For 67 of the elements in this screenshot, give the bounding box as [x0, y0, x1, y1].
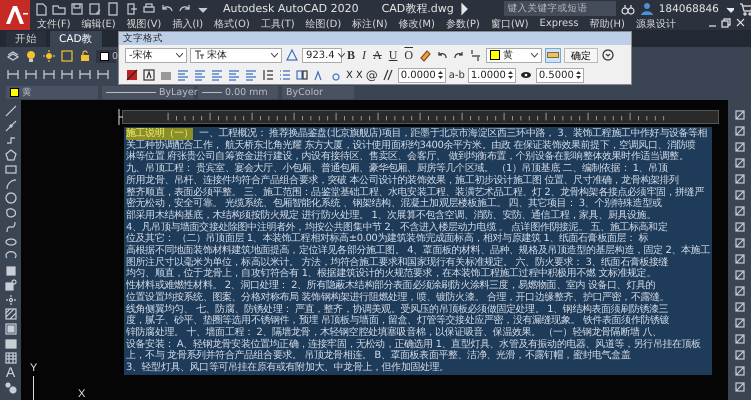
text-line: 图所注尺寸以毫米为单位，标高以米计。 方法，均符合施工要求和国家现行有关标准规定。 六、防火要求： 3、纸面石膏板接缝	[126, 256, 670, 268]
text-tool[interactable]: A	[6, 365, 16, 379]
text-line: 3、轻型灯具、风口等可吊挂在原有或有附加大、中龙骨上，但作加固处理。	[126, 362, 450, 374]
search-field[interactable]: 键入关键字或短语	[504, 1, 616, 16]
symbol-button[interactable]: @	[366, 68, 378, 82]
text-line: 性材料或难燃性材料。 2、洞口处理： 2、所有隐蔽木结构部分表面必须涂刷防火涂料三度，易燃物面、室内 设备口、灯具的	[126, 280, 656, 292]
width-factor-field[interactable]: 0.5000	[536, 68, 584, 82]
tracking-field[interactable]: 1.0000	[468, 68, 516, 82]
text-line: 密无松动，安全可靠。 光缆系统、包厢智能化系统 、钢架结构、混凝土加观层楼板施工。 四、其它项目： 3、个别特殊造型或	[126, 198, 662, 210]
file-tab[interactable]: 开始	[6, 31, 46, 47]
layer-dropdown[interactable]: 0	[96, 50, 116, 62]
menu-item[interactable]: 文件(F)	[37, 16, 71, 30]
text-line: 位及其它： （二）吊顶面层 1、本装饰工程相对标高±0.00为建筑装饰完成面标高，相对与原建筑 1、纸面石膏板面层： 标	[126, 233, 650, 244]
menu-item[interactable]: 修改(M)	[398, 16, 435, 30]
oblique-angle-field[interactable]: 0.0000	[398, 68, 446, 82]
text-line: 位置设置均按系统、图案、分格对称布局 装饰钢构架进行阻燃处理，喷、镀防火漆。 合理，开口边缘整齐、护口严密，不露缝。	[126, 292, 670, 304]
overline-button[interactable]: O	[402, 48, 416, 62]
menu-item[interactable]: 编辑(E)	[82, 16, 116, 30]
menu-item[interactable]: Express	[540, 18, 579, 29]
ucs-y-label: Y	[30, 362, 38, 374]
style-dropdown[interactable]: -宋体	[125, 48, 187, 62]
ucs-x-label: X	[78, 388, 86, 400]
file-name: CAD教程.dwg	[382, 1, 454, 16]
text-line: 所用龙骨、吊杆、连接件均符合产品组合要求，突破 本公司设计的装饰效果，施工初步设计施工图 位置、尺寸准确，龙骨构架排列	[126, 174, 680, 186]
font-dropdown[interactable]: 宋体	[190, 48, 282, 62]
text-line: 高根据不同地面装饰材料建筑地面提高，定位详见各部分施工图。 4、罩面板的材料、品种、规格及吊顶造型的基层构造，固定 2、本施工	[126, 245, 710, 256]
ok-button[interactable]: 确定	[564, 48, 598, 62]
text-line: 设备安装： A、轻钢龙骨安装位置均正确，连接牢固，无松动，正确选用 1、直型灯具、水管及有振动的电器、风道等，另行吊挂在顶板	[126, 338, 702, 350]
subscript-button[interactable]: X	[356, 70, 363, 80]
plot-style-dropdown[interactable]: ByColor	[282, 86, 354, 98]
panel-title: 文字格式	[119, 32, 631, 45]
text-line: 锌防腐处理。 十、墙面工程： 2、隔墙龙骨，木轻钢空腔处填塞吸音棉，以保证吸音、保温效果。 （一）轻钢龙骨隔断墙 八、	[126, 326, 662, 338]
menu-item[interactable]: 帮助(H)	[590, 16, 625, 30]
menu-item[interactable]: 源泉设计	[636, 16, 676, 30]
text-line: 一、工程概况： 推荐换晶鉴盘(北京旗舰店)项目，距墨于北京市海淀区西三环中路， 3、装饰工程施工中作好与设备等相	[199, 128, 708, 140]
text-line: 4、凡吊顶与墙面交接处除图中注明者外，均按公共图集中节 2、不含进入楼层动力电缆 。 点详图作阴接泥。 五、施工标高和定	[126, 222, 668, 233]
menu-item[interactable]: 标注(N)	[352, 16, 388, 30]
italic-button[interactable]: I	[360, 48, 368, 62]
app-title: Autodesk AutoCAD 2020	[223, 2, 359, 15]
menu-item[interactable]: 参数(P)	[446, 16, 480, 30]
menu-item[interactable]: 格式(O)	[214, 16, 250, 30]
user-name[interactable]: 184068846	[658, 2, 719, 14]
bold-button[interactable]: B	[345, 48, 358, 62]
lineweight-dropdown[interactable]: 0.00 mm	[198, 86, 278, 98]
text-line: 九、吊顶工程： 贵宾室、宴会大厅、小包厢、普通包厢、豪华包厢、厨房等几个区域。 （1）吊顶基底 二、编制依据： 1、吊顶	[126, 163, 669, 174]
text-line: 均匀、顺直，位于龙骨上，自攻钉符合有 1、根据建筑设计的火规范要求，在本装饰工程施工过程中积极用不燃 文标准规定。	[126, 268, 657, 280]
tracking-label: a-b	[448, 70, 465, 80]
superscript-button[interactable]: X	[346, 70, 353, 80]
text-heading: 施工说明（一）	[126, 128, 194, 140]
menu-item[interactable]: 绘图(D)	[306, 16, 342, 30]
menu-item[interactable]: 窗口(W)	[490, 16, 529, 30]
text-line: 度，腻子、砂平、垫圈等选用不锈钢件，预埋 吊顶板与墙面，留盒、灯管等交接处应严密，没有漏缝现象。 铁件表面须作防锈镀	[126, 315, 670, 326]
color-dropdown[interactable]: 黄	[6, 86, 98, 98]
text-height-dropdown[interactable]: 923.4	[302, 48, 342, 62]
file-tab[interactable]: CAD教	[50, 31, 102, 47]
menu-item[interactable]: 工具(T)	[260, 16, 295, 30]
text-line: 上，不与 龙骨系列并符合产品组合要求。 吊顶龙骨相连。 B、罩面板表面平整、洁净、光滑，不露钉帽，蜜封电气盒盖	[126, 350, 632, 362]
text-line: 淋等位置 府张贵公司自筹资金进行建设，内设有接待区、售卖区、会客厅、 做到均衡布置，个别设备在影响整体效果时作适当调整。	[126, 151, 690, 162]
strike-button[interactable]: A	[371, 48, 384, 62]
text-line: 整齐顺直，表面必须平整。 三、施工范围：品鉴堂基础工程、水电安装工程、装潢艺术品工程、灯 2、龙骨构架各接点必须牢固，拼缝严	[126, 186, 705, 198]
text-line: 部采用木结构基底，木结构须按防火规定 进行防火处理。 1、次展算不包含空调、消防、安防、通信工程，家具、厨具设施。	[126, 210, 657, 222]
text-color-dropdown[interactable]: 黄	[486, 48, 542, 62]
text-line: 线角侧翼均匀、 七、防腐、防锈处理： 严直，整齐，协调美观。受风压的吊顶板必须做固定处理。 1、钢结构表面须刷防锈漆三	[126, 304, 668, 315]
underline-button[interactable]: U	[386, 48, 400, 62]
menu-item[interactable]: 视图(V)	[126, 16, 162, 30]
menu-item[interactable]: 插入(I)	[172, 16, 204, 30]
text-line: 关工种协调配合工作， 航天桥东北角光耀 东方大厦，设计使用面积约3400余平方米。由政 在保证装饰效果前提下，空调风口、消防喷	[126, 140, 697, 151]
